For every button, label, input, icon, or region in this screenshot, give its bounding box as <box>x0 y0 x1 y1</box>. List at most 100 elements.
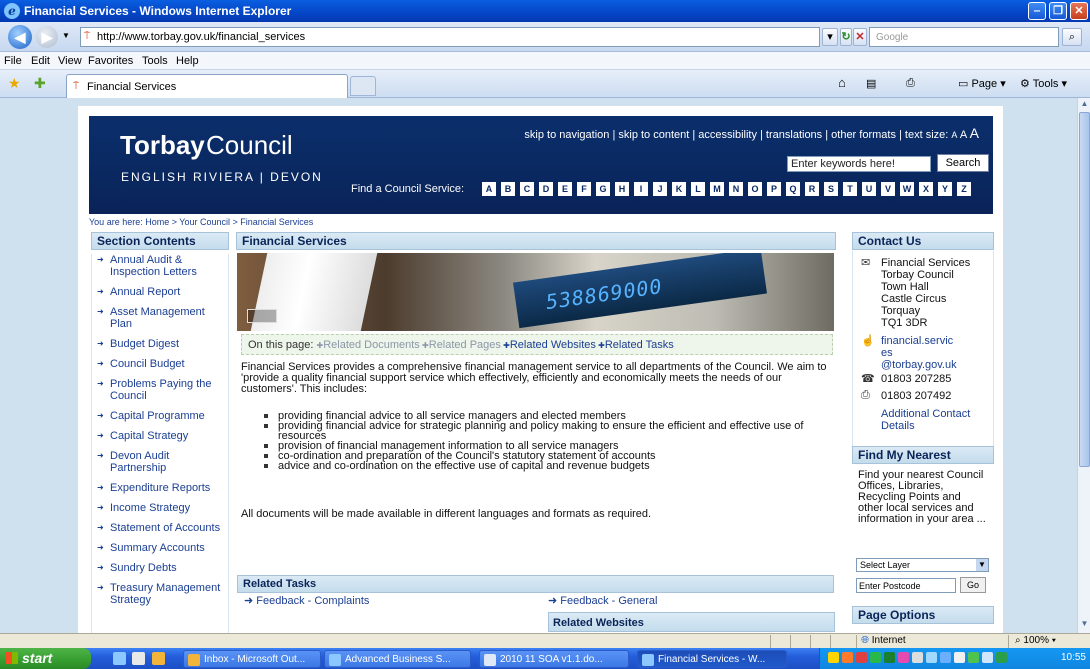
az-letter-j[interactable]: J <box>653 182 667 196</box>
tab-financial-services[interactable]: ⍑ Financial Services <box>66 74 348 98</box>
tray-icon[interactable] <box>828 652 839 663</box>
tray-icon[interactable] <box>870 652 881 663</box>
scroll-up-icon[interactable]: ▲ <box>1079 99 1090 111</box>
az-letter-f[interactable]: F <box>577 182 591 196</box>
favorites-star-icon[interactable]: ★ <box>8 75 21 92</box>
section-item[interactable]: ➜ Expenditure Reports <box>92 482 228 494</box>
postcode-input[interactable]: Enter Postcode <box>856 578 956 593</box>
section-item[interactable]: ➜ Summary Accounts <box>92 542 228 554</box>
az-letter-e[interactable]: E <box>558 182 572 196</box>
section-item[interactable]: ➜ Capital Strategy <box>92 430 228 442</box>
add-favorites-icon[interactable]: ✚ <box>34 75 46 92</box>
close-button[interactable]: ✕ <box>1070 2 1088 20</box>
start-button[interactable]: start <box>0 648 91 669</box>
az-letter-k[interactable]: K <box>672 182 686 196</box>
on-this-page-link[interactable]: ✚Related Tasks <box>596 339 674 351</box>
search-input[interactable]: Google <box>869 27 1059 47</box>
section-item[interactable]: ➜ Budget Digest <box>92 338 228 350</box>
refresh-icon[interactable]: ↻ <box>840 28 852 46</box>
site-logo[interactable]: Torbay <box>120 130 205 161</box>
section-item[interactable]: ➜ Income Strategy <box>92 502 228 514</box>
recent-pages-dropdown-icon[interactable]: ▼ <box>62 31 70 40</box>
az-letter-i[interactable]: I <box>634 182 648 196</box>
ie-quicklaunch-icon[interactable] <box>113 652 126 665</box>
feeds-icon[interactable]: ▤ <box>866 77 876 90</box>
address-input[interactable]: ⍑ http://www.torbay.gov.uk/financial_ser… <box>80 27 820 47</box>
section-item[interactable]: ➜ Council Budget <box>92 358 228 370</box>
az-letter-a[interactable]: A <box>482 182 496 196</box>
breadcrumb[interactable]: You are here: Home > Your Council > Fina… <box>89 217 313 227</box>
section-item[interactable]: ➜ Annual Report <box>92 286 228 298</box>
az-letter-u[interactable]: U <box>862 182 876 196</box>
search-go-icon[interactable]: ⌕ <box>1062 28 1082 46</box>
forward-button[interactable]: ▶ <box>36 26 58 48</box>
section-item[interactable]: ➜ Capital Programme <box>92 410 228 422</box>
az-letter-r[interactable]: R <box>805 182 819 196</box>
scroll-down-icon[interactable]: ▼ <box>1079 619 1090 631</box>
az-letter-g[interactable]: G <box>596 182 610 196</box>
restore-button[interactable]: ❐ <box>1049 2 1067 20</box>
az-letter-s[interactable]: S <box>824 182 838 196</box>
vertical-scrollbar[interactable]: ▲ ▼ <box>1077 98 1090 633</box>
tray-icon[interactable] <box>898 652 909 663</box>
page-menu[interactable]: ▭ Page ▾ <box>958 77 1006 90</box>
new-tab-button[interactable] <box>350 76 376 96</box>
minimize-button[interactable]: ‒ <box>1028 2 1046 20</box>
az-letter-m[interactable]: M <box>710 182 724 196</box>
on-this-page-link[interactable]: ✚Related Documents <box>317 339 420 351</box>
az-letter-x[interactable]: X <box>919 182 933 196</box>
zoom-control[interactable]: ⌕ 100% ▾ <box>1008 635 1090 648</box>
tray-icon[interactable] <box>996 652 1007 663</box>
task-soa-document[interactable]: 2010 11 SOA v1.1.do... <box>479 650 629 668</box>
tray-icon[interactable] <box>884 652 895 663</box>
accessibility-links[interactable]: skip to navigation | skip to content | a… <box>524 125 979 141</box>
az-letter-d[interactable]: D <box>539 182 553 196</box>
text-size-small[interactable]: A <box>951 130 957 140</box>
tray-icon[interactable] <box>912 652 923 663</box>
go-button[interactable]: Go <box>960 577 986 593</box>
home-icon[interactable]: ⌂ <box>838 75 846 90</box>
az-letter-y[interactable]: Y <box>938 182 952 196</box>
tray-icon[interactable] <box>842 652 853 663</box>
section-item[interactable]: ➜ Statement of Accounts <box>92 522 228 534</box>
keyword-search-input[interactable]: Enter keywords here! <box>787 156 931 172</box>
section-item[interactable]: ➜ Annual Audit & Inspection Letters <box>92 254 228 278</box>
tray-icon[interactable] <box>982 652 993 663</box>
az-letter-q[interactable]: Q <box>786 182 800 196</box>
az-letter-l[interactable]: L <box>691 182 705 196</box>
on-this-page-link[interactable]: ✚Related Pages <box>420 339 501 351</box>
additional-contact-link[interactable]: Additional Contact Details <box>881 408 970 432</box>
az-letter-c[interactable]: C <box>520 182 534 196</box>
outlook-quicklaunch-icon[interactable] <box>152 652 165 665</box>
tools-menu[interactable]: ⚙ Tools ▾ <box>1020 77 1067 90</box>
on-this-page-link[interactable]: ✚Related Websites <box>501 339 596 351</box>
az-letter-z[interactable]: Z <box>957 182 971 196</box>
section-item[interactable]: ➜ Treasury Management Strategy <box>92 582 228 606</box>
stop-icon[interactable]: ✕ <box>853 28 867 46</box>
back-button[interactable]: ◀ <box>8 25 32 49</box>
site-logo-sub[interactable]: Council <box>206 130 293 161</box>
az-letter-b[interactable]: B <box>501 182 515 196</box>
az-letter-n[interactable]: N <box>729 182 743 196</box>
print-icon[interactable]: ⎙ <box>906 77 915 90</box>
task-outlook[interactable]: Inbox - Microsoft Out... <box>183 650 321 668</box>
related-task-link[interactable]: ➜ Feedback - General <box>548 594 658 607</box>
email-link[interactable]: financial.servic es @torbay.gov.uk <box>881 335 957 371</box>
tray-icon[interactable] <box>968 652 979 663</box>
search-button[interactable]: Search <box>937 154 989 172</box>
tray-icon[interactable] <box>926 652 937 663</box>
scroll-thumb[interactable] <box>1079 112 1090 467</box>
section-item[interactable]: ➜ Problems Paying the Council <box>92 378 228 402</box>
related-task-link[interactable]: ➜ Feedback - Complaints <box>244 594 369 607</box>
text-size-large[interactable]: A <box>970 125 979 141</box>
tray-icon[interactable] <box>954 652 965 663</box>
menu-edit[interactable]: Edit <box>31 55 50 67</box>
menu-favorites[interactable]: Favorites <box>88 55 133 67</box>
section-item[interactable]: ➜ Sundry Debts <box>92 562 228 574</box>
tray-icon[interactable] <box>856 652 867 663</box>
az-letter-v[interactable]: V <box>881 182 895 196</box>
desktop-quicklaunch-icon[interactable] <box>132 652 145 665</box>
task-advanced-business[interactable]: Advanced Business S... <box>324 650 471 668</box>
address-dropdown-icon[interactable]: ▾ <box>822 28 838 46</box>
az-letter-t[interactable]: T <box>843 182 857 196</box>
